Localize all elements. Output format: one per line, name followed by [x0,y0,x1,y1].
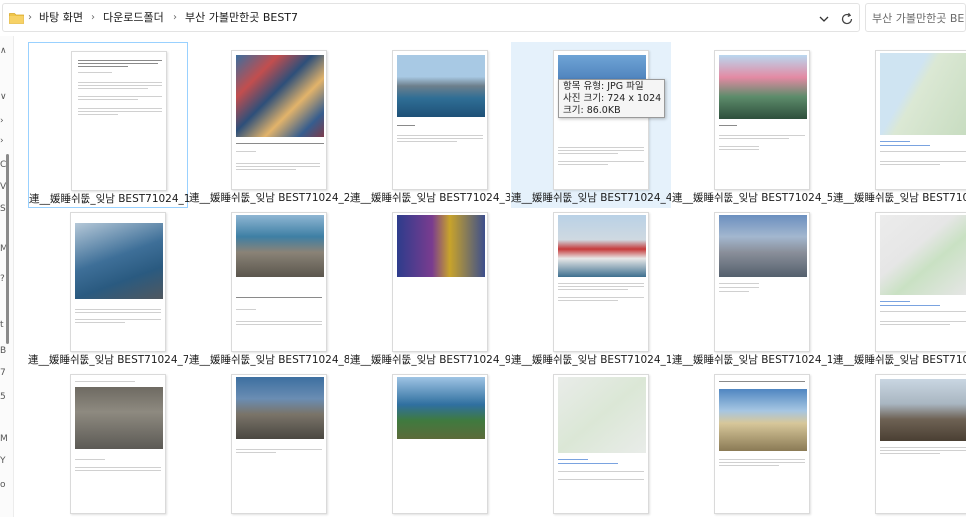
refresh-icon[interactable] [839,11,855,27]
file-name[interactable]: 連__媛睡쉬뚮_잊남 BEST71024_8.jpg [189,352,349,367]
file-tile[interactable]: 連__媛睡쉬뚮_잊남 BEST71024_12.jpg [833,204,966,370]
nav-glyph: B [0,346,7,356]
thumbnail [71,51,167,191]
file-tile[interactable] [511,366,671,517]
thumbnail [714,50,810,190]
nav-glyph: ∧ [0,46,7,56]
nav-glyph: 7 [0,368,6,378]
thumbnail [392,50,488,190]
address-bar[interactable]: › 바탕 화면 › 다운로드폴더 › 부산 가볼만한곳 BEST7 [2,3,860,32]
file-name[interactable]: 連__媛睡쉬뚮_잊남 BEST71024_3.jpg [350,190,510,205]
file-tile[interactable]: 連__媛睡쉬뚮_잊남 BEST71024_6.jpg [833,42,966,208]
search-placeholder: 부산 가볼만한곳 BEST7 ... [872,12,965,25]
file-tile[interactable]: 連__媛睡쉬뚮_잊남 BEST71024_1.jpg [28,42,189,208]
breadcrumb-separator: › [91,12,95,23]
thumbnail [70,212,166,352]
thumbnail [875,212,966,352]
file-tile[interactable]: 連__媛睡쉬뚮_잊남 BEST71024_3.jpg [350,42,510,208]
address-toolbar: › 바탕 화면 › 다운로드폴더 › 부산 가볼만한곳 BEST7 부산 가볼만… [0,0,966,36]
thumbnail [714,212,810,352]
file-tile[interactable] [672,366,832,517]
breadcrumb-separator: › [173,12,177,23]
nav-glyph: ? [0,274,5,284]
file-tile[interactable]: 連__媛睡쉬뚮_잊남 BEST71024_9.jpg [350,204,510,370]
file-tile[interactable]: 連__媛睡쉬뚮_잊남 BEST71024_4.jpg [511,42,671,208]
thumbnail [875,50,966,190]
file-name[interactable]: 連__媛睡쉬뚮_잊남 BEST71024_7.jpg [28,352,188,367]
nav-glyph: › [0,116,4,126]
file-tile[interactable] [28,366,188,517]
file-name[interactable]: 連__媛睡쉬뚮_잊남 BEST71024_6.jpg [833,190,966,205]
nav-glyph: 5 [0,392,6,402]
nav-glyph: › [0,136,4,146]
file-name[interactable]: 連__媛睡쉬뚮_잊남 BEST71024_12.jpg [833,352,966,367]
file-tile[interactable] [350,366,510,517]
thumbnail [875,374,966,514]
file-name[interactable]: 連__媛睡쉬뚮_잊남 BEST71024_4.jpg [511,190,671,205]
nav-scrollbar[interactable] [6,154,9,344]
file-name[interactable]: 連__媛睡쉬뚮_잊남 BEST71024_10.jpg [511,352,671,367]
file-tile[interactable] [189,366,349,517]
nav-glyph: S [0,204,6,214]
thumbnail [70,374,166,514]
file-tile[interactable]: 連__媛睡쉬뚮_잊남 BEST71024_8.jpg [189,204,349,370]
tooltip-dimensions: 사진 크기: 724 x 1024 [563,93,662,104]
file-name[interactable]: 連__媛睡쉬뚮_잊남 BEST71024_5.jpg [672,190,832,205]
chevron-down-icon[interactable] [816,11,832,27]
folder-icon [9,13,24,24]
thumbnail [231,50,327,190]
tooltip-type: 항목 유형: JPG 파일 [563,81,644,92]
tooltip-size: 크기: 86.0KB [563,105,621,116]
nav-glyph: ∨ [0,92,7,102]
nav-glyph: Y [0,456,6,466]
file-info-tooltip: 항목 유형: JPG 파일 사진 크기: 724 x 1024 크기: 86.0… [558,79,665,118]
search-input[interactable]: 부산 가볼만한곳 BEST7 ... [865,3,966,32]
file-name[interactable]: 連__媛睡쉬뚮_잊남 BEST71024_2.jpg [189,190,349,205]
thumbnail [231,212,327,352]
thumbnail [392,374,488,514]
file-name[interactable]: 連__媛睡쉬뚮_잊남 BEST71024_9.jpg [350,352,510,367]
file-tile[interactable]: 連__媛睡쉬뚮_잊남 BEST71024_5.jpg [672,42,832,208]
thumbnail [553,212,649,352]
file-tile[interactable]: 連__媛睡쉬뚮_잊남 BEST71024_2.jpg [189,42,349,208]
file-tile[interactable]: 連__媛睡쉬뚮_잊남 BEST71024_11.jpg [672,204,832,370]
breadcrumb-downloads[interactable]: 다운로드폴더 [103,10,164,26]
thumbnail [392,212,488,352]
nav-glyph: t [0,320,4,330]
breadcrumb-separator: › [28,12,32,23]
file-tile[interactable] [833,366,966,517]
thumbnail [231,374,327,514]
file-name[interactable]: 連__媛睡쉬뚮_잊남 BEST71024_11.jpg [672,352,832,367]
nav-glyph: o [0,480,6,490]
thumbnail [553,50,649,190]
navigation-pane[interactable]: ∧ ∨ › › C V S M ? t B 7 5 M Y o [0,36,14,517]
file-tile[interactable]: 連__媛睡쉬뚮_잊남 BEST71024_7.jpg [28,204,188,370]
file-tile[interactable]: 連__媛睡쉬뚮_잊남 BEST71024_10.jpg [511,204,671,370]
breadcrumb-desktop[interactable]: 바탕 화면 [39,10,83,26]
file-list-view[interactable]: 連__媛睡쉬뚮_잊남 BEST71024_1.jpg 連__媛睡쉬뚮_잊남 BE… [14,36,966,517]
thumbnail [553,374,649,514]
breadcrumb-current-folder[interactable]: 부산 가볼만한곳 BEST7 [185,10,298,26]
nav-glyph: M [0,434,8,444]
thumbnail [714,374,810,514]
